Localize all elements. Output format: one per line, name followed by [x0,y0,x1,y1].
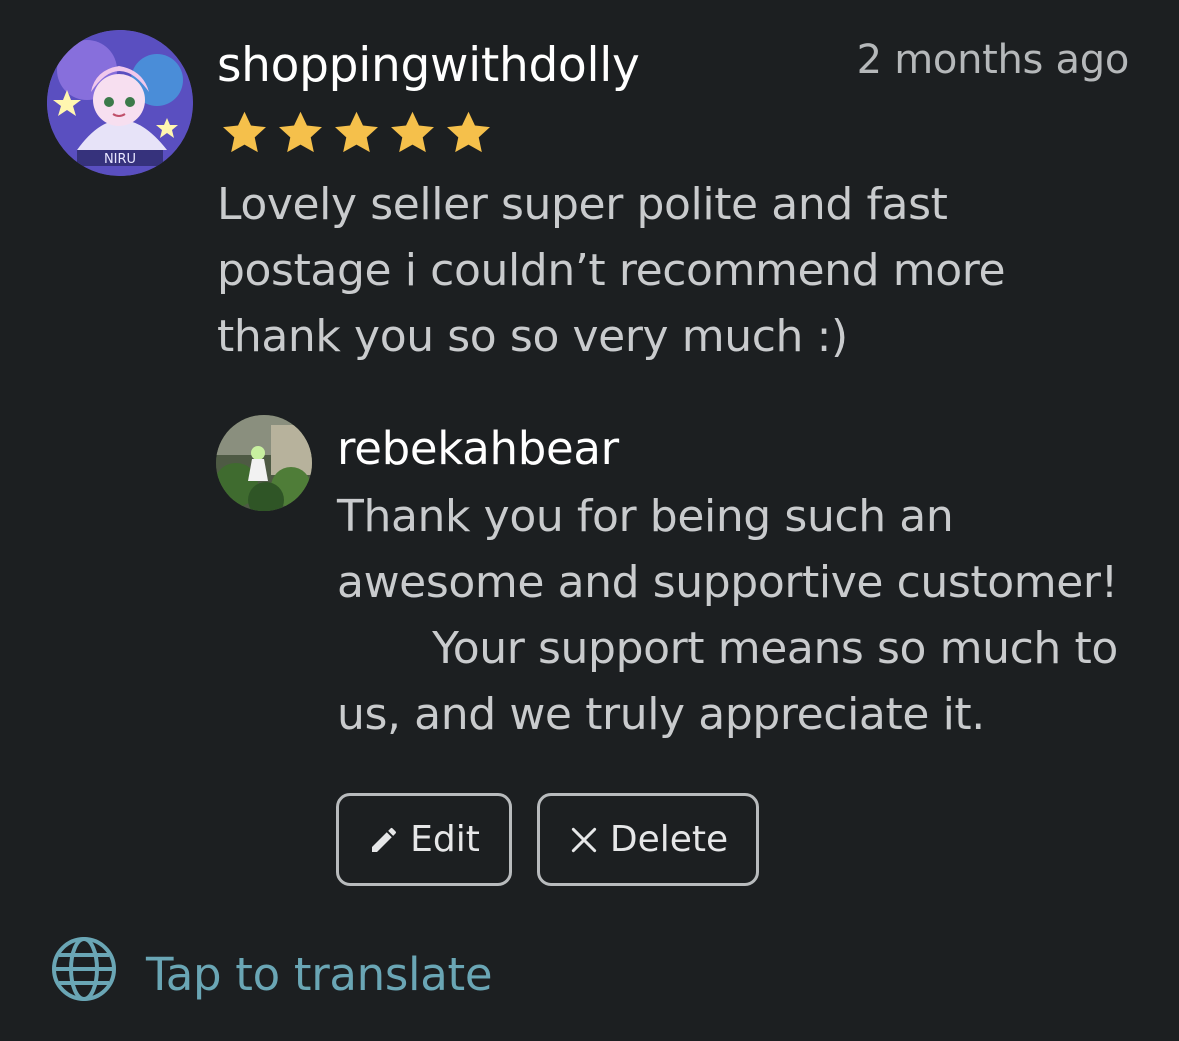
translate-link[interactable]: Tap to translate [50,936,493,1010]
review-date: 2 months ago [856,37,1130,83]
translate-label: Tap to translate [146,947,493,1001]
globe-icon [50,935,118,1014]
reply-author-name[interactable]: rebekahbear [337,420,619,478]
star-icon [223,111,266,153]
star-rating [217,108,496,158]
reviewer-name[interactable]: shoppingwithdolly [217,36,640,96]
star-icon [279,111,322,153]
svg-text:NIRU: NIRU [104,152,136,167]
star-icon [447,111,490,153]
star-icon [391,111,434,153]
reply-text: Thank you for being such an awesome and … [337,491,1118,740]
close-icon [568,824,600,856]
pencil-icon [368,824,400,856]
reply-author-avatar[interactable] [216,415,312,511]
edit-label: Edit [410,819,480,860]
edit-button[interactable]: Edit [336,793,512,886]
review-card: NIRU shoppingwithdolly 2 months ago Love… [0,0,1179,1041]
reviewer-avatar[interactable]: NIRU [47,30,193,176]
star-icon [335,111,378,153]
delete-button[interactable]: Delete [537,793,759,886]
review-text: Lovely seller super polite and fast post… [217,179,1006,362]
delete-label: Delete [609,819,729,860]
